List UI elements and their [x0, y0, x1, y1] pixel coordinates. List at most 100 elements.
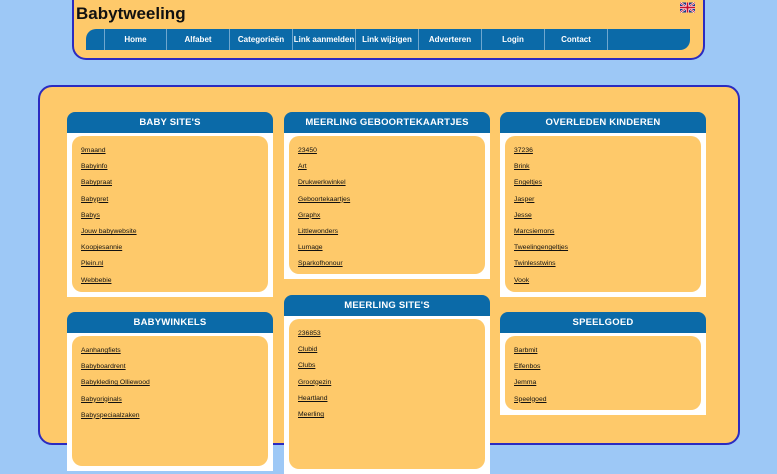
box-inner: Aanhangfiets Babyboardrent Babykleding O…	[72, 336, 268, 466]
link-drukwerkwinkel[interactable]: Drukwerkwinkel	[298, 179, 346, 186]
link-graphx[interactable]: Graphx	[298, 212, 320, 219]
nav-categorieen[interactable]: Categorieën	[230, 29, 293, 50]
box-baby-sites: BABY SITE'S 9maand Babyinfo Babypraat Ba…	[67, 112, 273, 297]
link-list-speelgoed: Barbmit Elfenbos Jemma Speelgoed	[505, 340, 701, 405]
link-9maand[interactable]: 9maand	[81, 147, 106, 154]
list-item: Jasper	[514, 189, 701, 205]
box-meerling-geboortekaartjes: MEERLING GEBOORTEKAARTJES 23450 Art Druk…	[284, 112, 490, 279]
link-lumage[interactable]: Lumage	[298, 244, 323, 251]
link-twinlesstwins[interactable]: Twinlesstwins	[514, 260, 556, 267]
link-list-baby-sites: 9maand Babyinfo Babypraat Babypret Babys…	[72, 140, 268, 286]
box-title-babywinkels: BABYWINKELS	[67, 312, 273, 333]
box-title-meerling-sites: MEERLING SITE'S	[284, 295, 490, 316]
link-jasper[interactable]: Jasper	[514, 196, 534, 203]
link-geboortekaartjes[interactable]: Geboortekaartjes	[298, 196, 350, 203]
link-koopjesannie[interactable]: Koopjesannie	[81, 244, 122, 251]
link-meerling[interactable]: Meerling	[298, 411, 324, 418]
nav-home[interactable]: Home	[104, 29, 167, 50]
link-elfenbos[interactable]: Elfenbos	[514, 363, 540, 370]
link-heartland[interactable]: Heartland	[298, 395, 327, 402]
link-babys[interactable]: Babys	[81, 212, 100, 219]
nav-link-wijzigen[interactable]: Link wijzigen	[356, 29, 419, 50]
uk-flag-icon[interactable]	[680, 2, 695, 13]
list-item: Speelgoed	[514, 389, 701, 405]
list-item: 9maand	[81, 140, 268, 156]
link-list-babywinkels: Aanhangfiets Babyboardrent Babykleding O…	[72, 340, 268, 421]
list-item: Jouw babywebsite	[81, 221, 268, 237]
link-tweelingengeltjes[interactable]: Tweelingengeltjes	[514, 244, 568, 251]
box-title-meerling-kaartjes: MEERLING GEBOORTEKAARTJES	[284, 112, 490, 133]
site-title[interactable]: Babytweeling	[76, 4, 186, 24]
list-item: Clubid	[298, 339, 485, 355]
nav-alfabet[interactable]: Alfabet	[167, 29, 230, 50]
link-sparkofhonour[interactable]: Sparkofhonour	[298, 260, 343, 267]
link-babypraat[interactable]: Babypraat	[81, 179, 112, 186]
link-barbmit[interactable]: Barbmit	[514, 347, 537, 354]
link-littlewonders[interactable]: Littlewonders	[298, 228, 338, 235]
link-jemma[interactable]: Jemma	[514, 379, 536, 386]
list-item: 236853	[298, 323, 485, 339]
list-item: Babyboardrent	[81, 356, 268, 372]
link-babyoriginals[interactable]: Babyoriginals	[81, 396, 122, 403]
link-brink[interactable]: Brink	[514, 163, 530, 170]
site-header: Babytweeling Home Alfabet Categorieën Li…	[72, 0, 705, 60]
link-list-overleden: 37236 Brink Engeltjes Jasper Jesse Marcs…	[505, 140, 701, 286]
link-marcsiemons[interactable]: Marcsiemons	[514, 228, 554, 235]
link-236853[interactable]: 236853	[298, 330, 321, 337]
list-item: Babypret	[81, 189, 268, 205]
link-aanhangfiets[interactable]: Aanhangfiets	[81, 347, 121, 354]
list-item: 23450	[298, 140, 485, 156]
box-inner: 23450 Art Drukwerkwinkel Geboortekaartje…	[289, 136, 485, 274]
list-item: Art	[298, 156, 485, 172]
link-grootgezin[interactable]: Grootgezin	[298, 379, 331, 386]
box-babywinkels: BABYWINKELS Aanhangfiets Babyboardrent B…	[67, 312, 273, 471]
list-item: Babyspeciaalzaken	[81, 405, 268, 421]
link-jesse[interactable]: Jesse	[514, 212, 532, 219]
link-list-meerling-kaartjes: 23450 Art Drukwerkwinkel Geboortekaartje…	[289, 140, 485, 270]
link-vook[interactable]: Vook	[514, 277, 529, 284]
list-item: Engeltjes	[514, 172, 701, 188]
list-item: Littlewonders	[298, 221, 485, 237]
nav-adverteren[interactable]: Adverteren	[419, 29, 482, 50]
main-nav: Home Alfabet Categorieën Link aanmelden …	[86, 29, 690, 50]
link-babyinfo[interactable]: Babyinfo	[81, 163, 107, 170]
list-item: Elfenbos	[514, 356, 701, 372]
link-clubid[interactable]: Clubid	[298, 346, 317, 353]
list-item: Lumage	[298, 237, 485, 253]
nav-contact[interactable]: Contact	[545, 29, 608, 50]
list-item: Babypraat	[81, 172, 268, 188]
nav-login[interactable]: Login	[482, 29, 545, 50]
link-list-meerling-sites: 236853 Clubid Clubs Grootgezin Heartland…	[289, 323, 485, 420]
list-item: Marcsiemons	[514, 221, 701, 237]
list-item: Plein.nl	[81, 253, 268, 269]
link-babyboardrent[interactable]: Babyboardrent	[81, 363, 126, 370]
link-babyspeciaalzaken[interactable]: Babyspeciaalzaken	[81, 412, 140, 419]
link-babykleding-olliewood[interactable]: Babykleding Olliewood	[81, 379, 150, 386]
link-plein[interactable]: Plein.nl	[81, 260, 103, 267]
link-23450[interactable]: 23450	[298, 147, 317, 154]
link-37236[interactable]: 37236	[514, 147, 533, 154]
list-item: Barbmit	[514, 340, 701, 356]
link-clubs[interactable]: Clubs	[298, 362, 315, 369]
list-item: Sparkofhonour	[298, 253, 485, 269]
list-item: Jesse	[514, 205, 701, 221]
link-jouw-babywebsite[interactable]: Jouw babywebsite	[81, 228, 137, 235]
link-art[interactable]: Art	[298, 163, 307, 170]
box-overleden-kinderen: OVERLEDEN KINDEREN 37236 Brink Engeltjes…	[500, 112, 706, 297]
list-item: Babyoriginals	[81, 389, 268, 405]
link-babypret[interactable]: Babypret	[81, 196, 108, 203]
link-engeltjes[interactable]: Engeltjes	[514, 179, 542, 186]
link-speelgoed[interactable]: Speelgoed	[514, 396, 547, 403]
box-frame: 9maand Babyinfo Babypraat Babypret Babys…	[67, 133, 273, 297]
box-inner: 37236 Brink Engeltjes Jasper Jesse Marcs…	[505, 136, 701, 292]
box-title-baby-sites: BABY SITE'S	[67, 112, 273, 133]
nav-link-aanmelden[interactable]: Link aanmelden	[293, 29, 356, 50]
link-webbebie[interactable]: Webbebie	[81, 277, 111, 284]
list-item: Koopjesannie	[81, 237, 268, 253]
list-item: Babys	[81, 205, 268, 221]
box-title-speelgoed: SPEELGOED	[500, 312, 706, 333]
list-item: Drukwerkwinkel	[298, 172, 485, 188]
box-frame: 236853 Clubid Clubs Grootgezin Heartland…	[284, 316, 490, 474]
main-content: BABY SITE'S 9maand Babyinfo Babypraat Ba…	[38, 85, 740, 474]
box-inner: 236853 Clubid Clubs Grootgezin Heartland…	[289, 319, 485, 469]
